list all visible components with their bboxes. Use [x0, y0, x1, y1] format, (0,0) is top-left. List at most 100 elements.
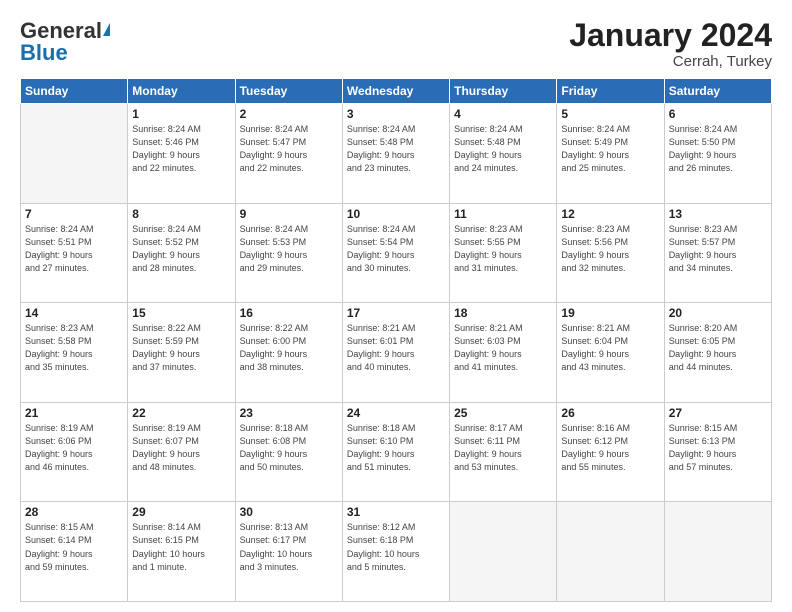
- table-row: 17 Sunrise: 8:21 AM Sunset: 6:01 PM Dayli…: [342, 303, 449, 403]
- day-info: Sunrise: 8:24 AM Sunset: 5:46 PM Dayligh…: [132, 123, 230, 175]
- day-number: 1: [132, 107, 230, 121]
- table-row: 18 Sunrise: 8:21 AM Sunset: 6:03 PM Dayli…: [450, 303, 557, 403]
- logo-blue: Blue: [20, 40, 68, 66]
- col-sunday: Sunday: [21, 79, 128, 104]
- day-info: Sunrise: 8:19 AM Sunset: 6:06 PM Dayligh…: [25, 422, 123, 474]
- day-info: Sunrise: 8:24 AM Sunset: 5:50 PM Dayligh…: [669, 123, 767, 175]
- day-info: Sunrise: 8:23 AM Sunset: 5:56 PM Dayligh…: [561, 223, 659, 275]
- table-row: [450, 502, 557, 602]
- logo-triangle-icon: [103, 23, 110, 36]
- table-row: 19Sunrise: 8:21 AM Sunset: 6:04 PM Dayli…: [557, 303, 664, 403]
- table-row: 29Sunrise: 8:14 AM Sunset: 6:15 PM Dayli…: [128, 502, 235, 602]
- day-info: Sunrise: 8:19 AM Sunset: 6:07 PM Dayligh…: [132, 422, 230, 474]
- table-row: 24 Sunrise: 8:18 AM Sunset: 6:10 PM Dayli…: [342, 402, 449, 502]
- day-number: 27: [669, 406, 767, 420]
- day-info: Sunrise: 8:15 AM Sunset: 6:13 PM Dayligh…: [669, 422, 767, 474]
- table-row: [557, 502, 664, 602]
- day-number: 25: [454, 406, 552, 420]
- table-row: 7Sunrise: 8:24 AM Sunset: 5:51 PM Daylig…: [21, 203, 128, 303]
- day-number: 16: [240, 306, 338, 320]
- day-number: 6: [669, 107, 767, 121]
- day-number: 9: [240, 207, 338, 221]
- table-row: 13 Sunrise: 8:23 AM Sunset: 5:57 PM Dayli…: [664, 203, 771, 303]
- day-info: Sunrise: 8:24 AM Sunset: 5:54 PM Dayligh…: [347, 223, 445, 275]
- calendar-week-row: 1 Sunrise: 8:24 AM Sunset: 5:46 PM Daylig…: [21, 104, 772, 204]
- day-info: Sunrise: 8:21 AM Sunset: 6:03 PM Dayligh…: [454, 322, 552, 374]
- table-row: 9 Sunrise: 8:24 AM Sunset: 5:53 PM Daylig…: [235, 203, 342, 303]
- table-row: 23 Sunrise: 8:18 AM Sunset: 6:08 PM Dayli…: [235, 402, 342, 502]
- table-row: [21, 104, 128, 204]
- calendar-week-row: 21 Sunrise: 8:19 AM Sunset: 6:06 PM Dayli…: [21, 402, 772, 502]
- day-number: 29: [132, 505, 230, 519]
- day-number: 14: [25, 306, 123, 320]
- day-info: Sunrise: 8:23 AM Sunset: 5:55 PM Dayligh…: [454, 223, 552, 275]
- logo: General Blue: [20, 18, 111, 66]
- day-number: 18: [454, 306, 552, 320]
- table-row: 10 Sunrise: 8:24 AM Sunset: 5:54 PM Dayli…: [342, 203, 449, 303]
- day-info: Sunrise: 8:16 AM Sunset: 6:12 PM Dayligh…: [561, 422, 659, 474]
- day-number: 15: [132, 306, 230, 320]
- day-number: 13: [669, 207, 767, 221]
- col-friday: Friday: [557, 79, 664, 104]
- table-row: [664, 502, 771, 602]
- day-info: Sunrise: 8:24 AM Sunset: 5:47 PM Dayligh…: [240, 123, 338, 175]
- col-tuesday: Tuesday: [235, 79, 342, 104]
- table-row: 4Sunrise: 8:24 AM Sunset: 5:48 PM Daylig…: [450, 104, 557, 204]
- day-info: Sunrise: 8:18 AM Sunset: 6:08 PM Dayligh…: [240, 422, 338, 474]
- table-row: 21 Sunrise: 8:19 AM Sunset: 6:06 PM Dayli…: [21, 402, 128, 502]
- day-info: Sunrise: 8:24 AM Sunset: 5:53 PM Dayligh…: [240, 223, 338, 275]
- table-row: 12 Sunrise: 8:23 AM Sunset: 5:56 PM Dayli…: [557, 203, 664, 303]
- col-monday: Monday: [128, 79, 235, 104]
- calendar-week-row: 7Sunrise: 8:24 AM Sunset: 5:51 PM Daylig…: [21, 203, 772, 303]
- table-row: 15Sunrise: 8:22 AM Sunset: 5:59 PM Dayli…: [128, 303, 235, 403]
- day-info: Sunrise: 8:12 AM Sunset: 6:18 PM Dayligh…: [347, 521, 445, 573]
- day-number: 10: [347, 207, 445, 221]
- day-info: Sunrise: 8:22 AM Sunset: 6:00 PM Dayligh…: [240, 322, 338, 374]
- day-number: 30: [240, 505, 338, 519]
- day-number: 24: [347, 406, 445, 420]
- header: General Blue January 2024 Cerrah, Turkey: [20, 18, 772, 70]
- day-number: 26: [561, 406, 659, 420]
- calendar-table: Sunday Monday Tuesday Wednesday Thursday…: [20, 78, 772, 602]
- day-info: Sunrise: 8:23 AM Sunset: 5:57 PM Dayligh…: [669, 223, 767, 275]
- day-number: 12: [561, 207, 659, 221]
- day-info: Sunrise: 8:13 AM Sunset: 6:17 PM Dayligh…: [240, 521, 338, 573]
- col-saturday: Saturday: [664, 79, 771, 104]
- day-number: 31: [347, 505, 445, 519]
- day-info: Sunrise: 8:24 AM Sunset: 5:52 PM Dayligh…: [132, 223, 230, 275]
- calendar-title: January 2024: [569, 18, 772, 53]
- table-row: 22 Sunrise: 8:19 AM Sunset: 6:07 PM Dayli…: [128, 402, 235, 502]
- day-info: Sunrise: 8:20 AM Sunset: 6:05 PM Dayligh…: [669, 322, 767, 374]
- day-number: 19: [561, 306, 659, 320]
- page: General Blue January 2024 Cerrah, Turkey…: [0, 0, 792, 612]
- table-row: 6 Sunrise: 8:24 AM Sunset: 5:50 PM Daylig…: [664, 104, 771, 204]
- table-row: 25Sunrise: 8:17 AM Sunset: 6:11 PM Dayli…: [450, 402, 557, 502]
- calendar-week-row: 14Sunrise: 8:23 AM Sunset: 5:58 PM Dayli…: [21, 303, 772, 403]
- day-number: 8: [132, 207, 230, 221]
- table-row: 31 Sunrise: 8:12 AM Sunset: 6:18 PM Dayli…: [342, 502, 449, 602]
- day-info: Sunrise: 8:24 AM Sunset: 5:49 PM Dayligh…: [561, 123, 659, 175]
- day-number: 21: [25, 406, 123, 420]
- day-info: Sunrise: 8:21 AM Sunset: 6:01 PM Dayligh…: [347, 322, 445, 374]
- col-wednesday: Wednesday: [342, 79, 449, 104]
- table-row: 28Sunrise: 8:15 AM Sunset: 6:14 PM Dayli…: [21, 502, 128, 602]
- table-row: 8 Sunrise: 8:24 AM Sunset: 5:52 PM Daylig…: [128, 203, 235, 303]
- day-info: Sunrise: 8:24 AM Sunset: 5:48 PM Dayligh…: [347, 123, 445, 175]
- calendar-week-row: 28Sunrise: 8:15 AM Sunset: 6:14 PM Dayli…: [21, 502, 772, 602]
- calendar-subtitle: Cerrah, Turkey: [569, 53, 772, 70]
- table-row: 11Sunrise: 8:23 AM Sunset: 5:55 PM Dayli…: [450, 203, 557, 303]
- table-row: 1 Sunrise: 8:24 AM Sunset: 5:46 PM Daylig…: [128, 104, 235, 204]
- day-number: 23: [240, 406, 338, 420]
- calendar-header-row: Sunday Monday Tuesday Wednesday Thursday…: [21, 79, 772, 104]
- day-number: 22: [132, 406, 230, 420]
- table-row: 5Sunrise: 8:24 AM Sunset: 5:49 PM Daylig…: [557, 104, 664, 204]
- day-number: 7: [25, 207, 123, 221]
- table-row: 27 Sunrise: 8:15 AM Sunset: 6:13 PM Dayli…: [664, 402, 771, 502]
- day-info: Sunrise: 8:24 AM Sunset: 5:48 PM Dayligh…: [454, 123, 552, 175]
- day-info: Sunrise: 8:18 AM Sunset: 6:10 PM Dayligh…: [347, 422, 445, 474]
- title-block: January 2024 Cerrah, Turkey: [569, 18, 772, 70]
- day-number: 28: [25, 505, 123, 519]
- table-row: 3Sunrise: 8:24 AM Sunset: 5:48 PM Daylig…: [342, 104, 449, 204]
- col-thursday: Thursday: [450, 79, 557, 104]
- day-number: 17: [347, 306, 445, 320]
